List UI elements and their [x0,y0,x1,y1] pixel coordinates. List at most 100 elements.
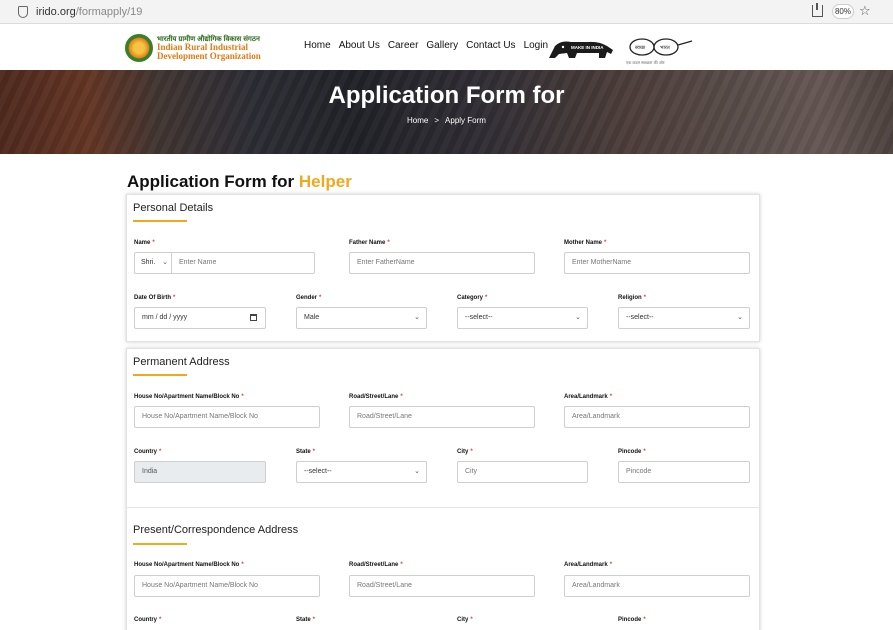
swachh-caption: एक कदम स्वच्छता की ओर [626,60,665,65]
father-name-label-text: Father Name [349,240,386,246]
category-label: Category * [457,295,487,301]
url-host: irido.org [36,6,76,18]
perm-area-label: Area/Landmark * [564,394,612,400]
form-heading-prefix: Application Form for [127,172,295,191]
chevron-down-icon: ⌄ [737,314,743,321]
perm-pincode-input[interactable]: Pincode [618,461,750,483]
chevron-down-icon: ⌄ [414,314,420,321]
nav-career[interactable]: Career [388,38,419,54]
required-mark: * [604,240,607,246]
logo-text: भारतीय ग्रामीण औद्योगिक विकास संगठन Indi… [157,36,261,61]
category-select[interactable]: --select-- ⌄ [457,307,588,329]
mother-name-label-text: Mother Name [564,240,603,246]
logo-emblem-icon [125,34,153,62]
url-text[interactable]: irido.org/formapply/19 [36,6,142,18]
perm-area-input[interactable]: Area/Landmark [564,406,750,428]
section-underline [133,220,187,222]
pres-street-label: Road/Street/Lane * [349,562,403,568]
bookmark-star-icon[interactable]: ☆ [859,3,871,19]
make-in-india-lion-icon: MAKE IN INDIA [549,41,613,58]
pres-city-label: City * [457,617,473,623]
chevron-down-icon: ⌄ [162,259,168,266]
perm-house-label: House No/Apartment Name/Block No * [134,394,244,400]
perm-street-input[interactable]: Road/Street/Lane [349,406,535,428]
pres-country-label-text: Country [134,617,157,623]
dob-input[interactable]: mm / dd / yyyy [134,307,266,329]
perm-pincode-label: Pincode * [618,449,646,455]
nav-login[interactable]: Login [524,38,548,54]
name-input[interactable]: Enter Name [171,252,315,274]
nav-contact-us[interactable]: Contact Us [466,38,515,54]
swachh-left-text: स्वच्छ [635,45,646,51]
category-value: --select-- [465,314,493,321]
form-heading: Application Form for Helper [127,172,352,192]
section-divider [126,507,760,508]
nav-about-us[interactable]: About Us [339,38,380,54]
gender-value: Male [304,314,320,321]
perm-state-value: --select-- [304,468,332,475]
perm-city-input[interactable]: City [457,461,588,483]
required-mark: * [643,449,646,455]
breadcrumb-home[interactable]: Home [407,116,428,125]
religion-value: --select-- [626,314,654,321]
zoom-badge[interactable]: 80% [832,4,854,19]
religion-label: Religion * [618,295,646,301]
site-logo[interactable]: भारतीय ग्रामीण औद्योगिक विकास संगठन Indi… [125,31,275,65]
calendar-icon[interactable] [250,314,257,321]
chevron-down-icon: ⌄ [575,314,581,321]
name-prefix-select[interactable]: Shri. ⌄ [134,252,172,274]
father-name-input[interactable]: Enter FatherName [349,252,535,274]
pres-house-input[interactable]: House No/Apartment Name/Block No [134,575,320,597]
required-mark: * [387,240,390,246]
address-bar[interactable]: irido.org/formapply/19 [18,3,142,21]
pres-area-input[interactable]: Area/Landmark [564,575,750,597]
pres-area-label-text: Area/Landmark [564,562,608,568]
gender-select[interactable]: Male ⌄ [296,307,427,329]
pres-country-label: Country * [134,617,161,623]
main-nav: Home About Us Career Gallery Contact Us … [304,38,548,54]
perm-city-label-text: City [457,449,469,455]
download-icon[interactable] [812,3,823,17]
pres-street-placeholder: Road/Street/Lane [357,582,412,589]
section-underline [133,543,187,545]
personal-details-title: Personal Details [133,202,214,214]
required-mark: * [159,449,162,455]
swachh-bharat-logo: स्वच्छ भारत एक कदम स्वच्छता की ओर [624,36,694,66]
breadcrumb-separator: > [434,116,440,125]
mother-name-input[interactable]: Enter MotherName [564,252,750,274]
nav-home[interactable]: Home [304,38,331,54]
religion-label-text: Religion [618,295,642,301]
name-label: Name * [134,240,155,246]
nav-gallery[interactable]: Gallery [426,38,458,54]
banner-title: Application Form for [328,82,565,109]
required-mark: * [609,394,613,400]
perm-area-placeholder: Area/Landmark [572,413,620,420]
religion-select[interactable]: --select-- ⌄ [618,307,750,329]
pres-house-label: House No/Apartment Name/Block No * [134,562,244,568]
perm-state-select[interactable]: --select-- ⌄ [296,461,427,483]
mother-name-placeholder: Enter MotherName [572,259,632,266]
present-address-title: Present/Correspondence Address [133,524,299,536]
dob-label: Date Of Birth * [134,295,175,301]
perm-city-placeholder: City [465,468,478,475]
dob-placeholder: mm / dd / yyyy [142,314,188,321]
required-mark: * [152,240,155,246]
hero-banner: Application Form for Home > Apply Form [0,70,893,154]
breadcrumb: Home > Apply Form [0,116,893,125]
perm-house-input[interactable]: House No/Apartment Name/Block No [134,406,320,428]
name-placeholder: Enter Name [179,259,217,266]
pres-area-label: Area/Landmark * [564,562,612,568]
site-info-icon[interactable] [18,6,28,18]
perm-house-label-text: House No/Apartment Name/Block No [134,394,240,400]
perm-country-label: Country * [134,449,161,455]
required-mark: * [312,449,316,455]
swachh-right-text: भारत [660,45,670,51]
pres-street-input[interactable]: Road/Street/Lane [349,575,535,597]
pres-pincode-label: Pincode * [618,617,646,623]
name-prefix-value: Shri. [141,259,156,266]
required-mark: * [643,295,647,301]
perm-area-label-text: Area/Landmark [564,394,608,400]
perm-pincode-placeholder: Pincode [626,468,652,475]
required-mark: * [241,394,244,400]
permanent-address-title: Permanent Address [133,356,230,368]
